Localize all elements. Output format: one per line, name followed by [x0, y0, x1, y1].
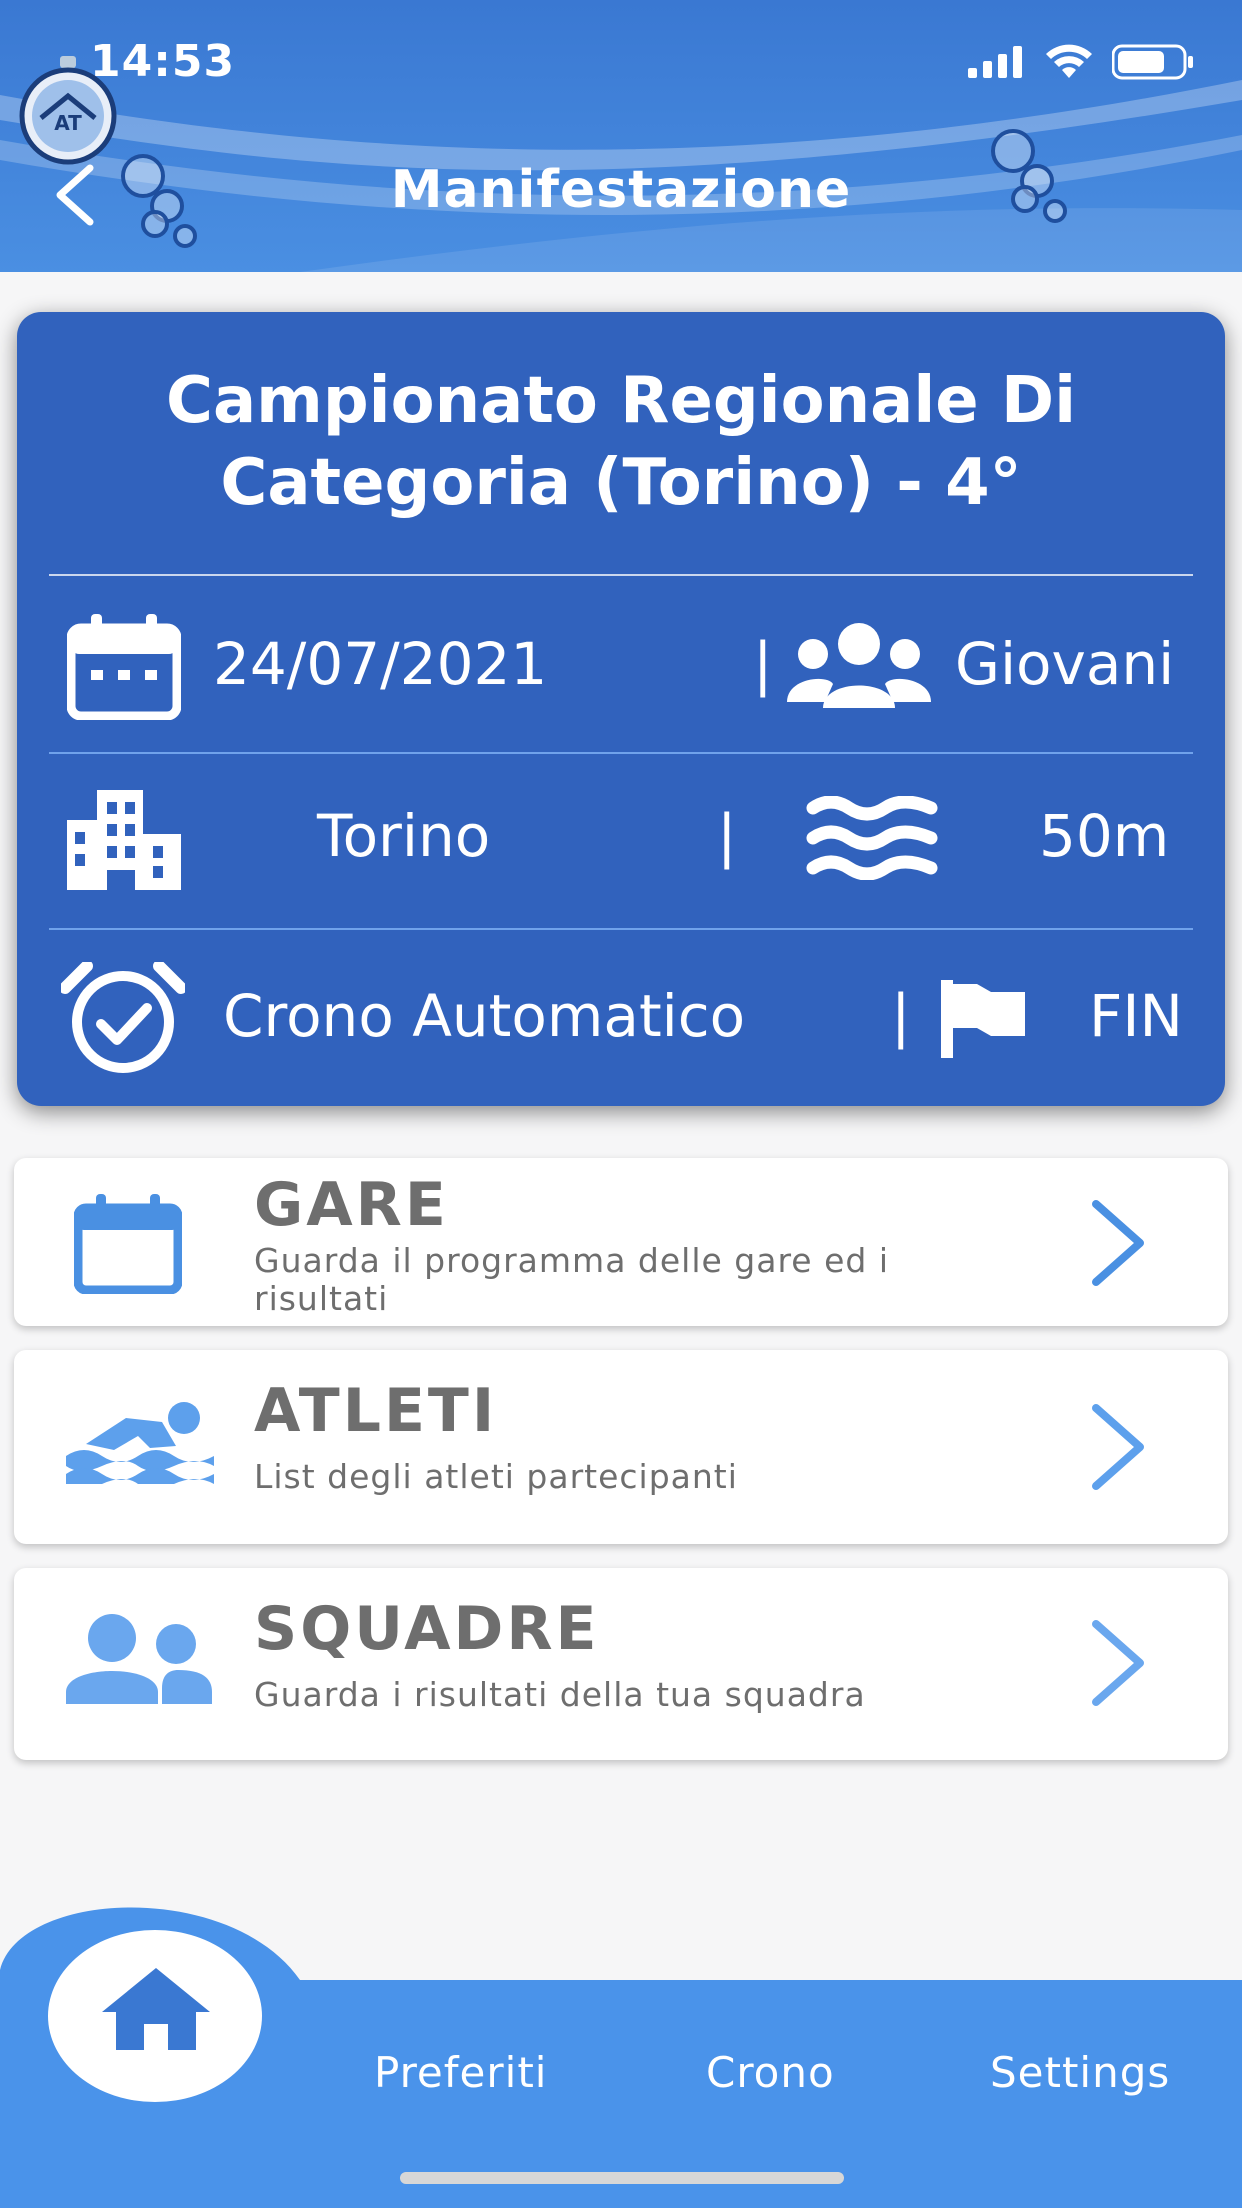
event-title-line1: Campionato Regionale Di — [166, 364, 1076, 438]
chevron-right-icon — [1092, 1404, 1144, 1490]
timing-type: Crono Automatico — [223, 982, 746, 1050]
wifi-icon — [1046, 44, 1092, 78]
calendar-icon — [67, 614, 181, 720]
menu-title: ATLETI — [254, 1376, 498, 1446]
stopwatch-logo-icon: AT — [19, 56, 117, 165]
app-header: 14:53 AT Manifestazione — [0, 0, 1242, 272]
svg-text:AT: AT — [54, 111, 82, 135]
menu-title: GARE — [254, 1170, 449, 1240]
event-title: Campionato Regionale Di Categoria (Torin… — [37, 360, 1205, 524]
date-category-row: 24/07/2021 | Giovani — [17, 602, 1225, 722]
row-divider — [49, 752, 1193, 754]
row-divider — [49, 928, 1193, 930]
city-pool-row: Torino | 50m — [17, 774, 1225, 894]
event-title-line2: Categoria (Torino) - 4° — [220, 446, 1022, 520]
home-indicator — [400, 2172, 844, 2184]
chevron-right-icon — [1092, 1200, 1144, 1286]
federation: FIN — [1089, 982, 1183, 1050]
event-category: Giovani — [955, 630, 1175, 698]
menu-item-gare[interactable]: GARE Guarda il programma delle gare ed i… — [14, 1158, 1228, 1326]
bubbles-decoration-right — [991, 129, 1067, 223]
calendar-icon — [74, 1194, 182, 1294]
signal-icon — [968, 46, 1022, 78]
separator: | — [753, 630, 773, 698]
alarm-check-icon — [61, 962, 185, 1073]
menu-item-squadre[interactable]: SQUADRE Guarda i risultati della tua squ… — [14, 1568, 1228, 1760]
separator: | — [717, 802, 737, 870]
nav-preferiti[interactable]: Preferiti — [374, 2048, 547, 2097]
home-icon — [102, 1968, 210, 2050]
event-city: Torino — [317, 802, 491, 870]
separator: | — [891, 982, 911, 1050]
status-icons — [968, 44, 1194, 80]
menu-subtitle: Guarda i risultati della tua squadra — [254, 1675, 866, 1714]
menu-item-atleti[interactable]: ATLETI List degli atleti partecipanti — [14, 1350, 1228, 1544]
swimmer-icon — [66, 1402, 214, 1484]
users-group-icon — [787, 623, 931, 708]
nav-settings[interactable]: Settings — [990, 2048, 1170, 2097]
nav-crono[interactable]: Crono — [706, 2048, 835, 2097]
users-icon — [66, 1614, 212, 1704]
battery-icon — [1112, 44, 1193, 80]
menu-subtitle: Guarda il programma delle gare ed i risu… — [254, 1241, 889, 1318]
chevron-right-icon — [1092, 1620, 1144, 1706]
timing-federation-row: Crono Automatico | FIN — [17, 952, 1225, 1073]
title-divider — [49, 574, 1193, 576]
water-waves-icon — [806, 796, 938, 880]
event-info-card: Campionato Regionale Di Categoria (Torin… — [17, 312, 1225, 1106]
building-icon — [67, 790, 181, 890]
menu-title: SQUADRE — [254, 1594, 600, 1664]
pool-length: 50m — [1039, 802, 1170, 870]
menu-subtitle: List degli atleti partecipanti — [254, 1457, 738, 1496]
flag-icon — [941, 980, 1025, 1058]
event-date: 24/07/2021 — [213, 630, 548, 698]
